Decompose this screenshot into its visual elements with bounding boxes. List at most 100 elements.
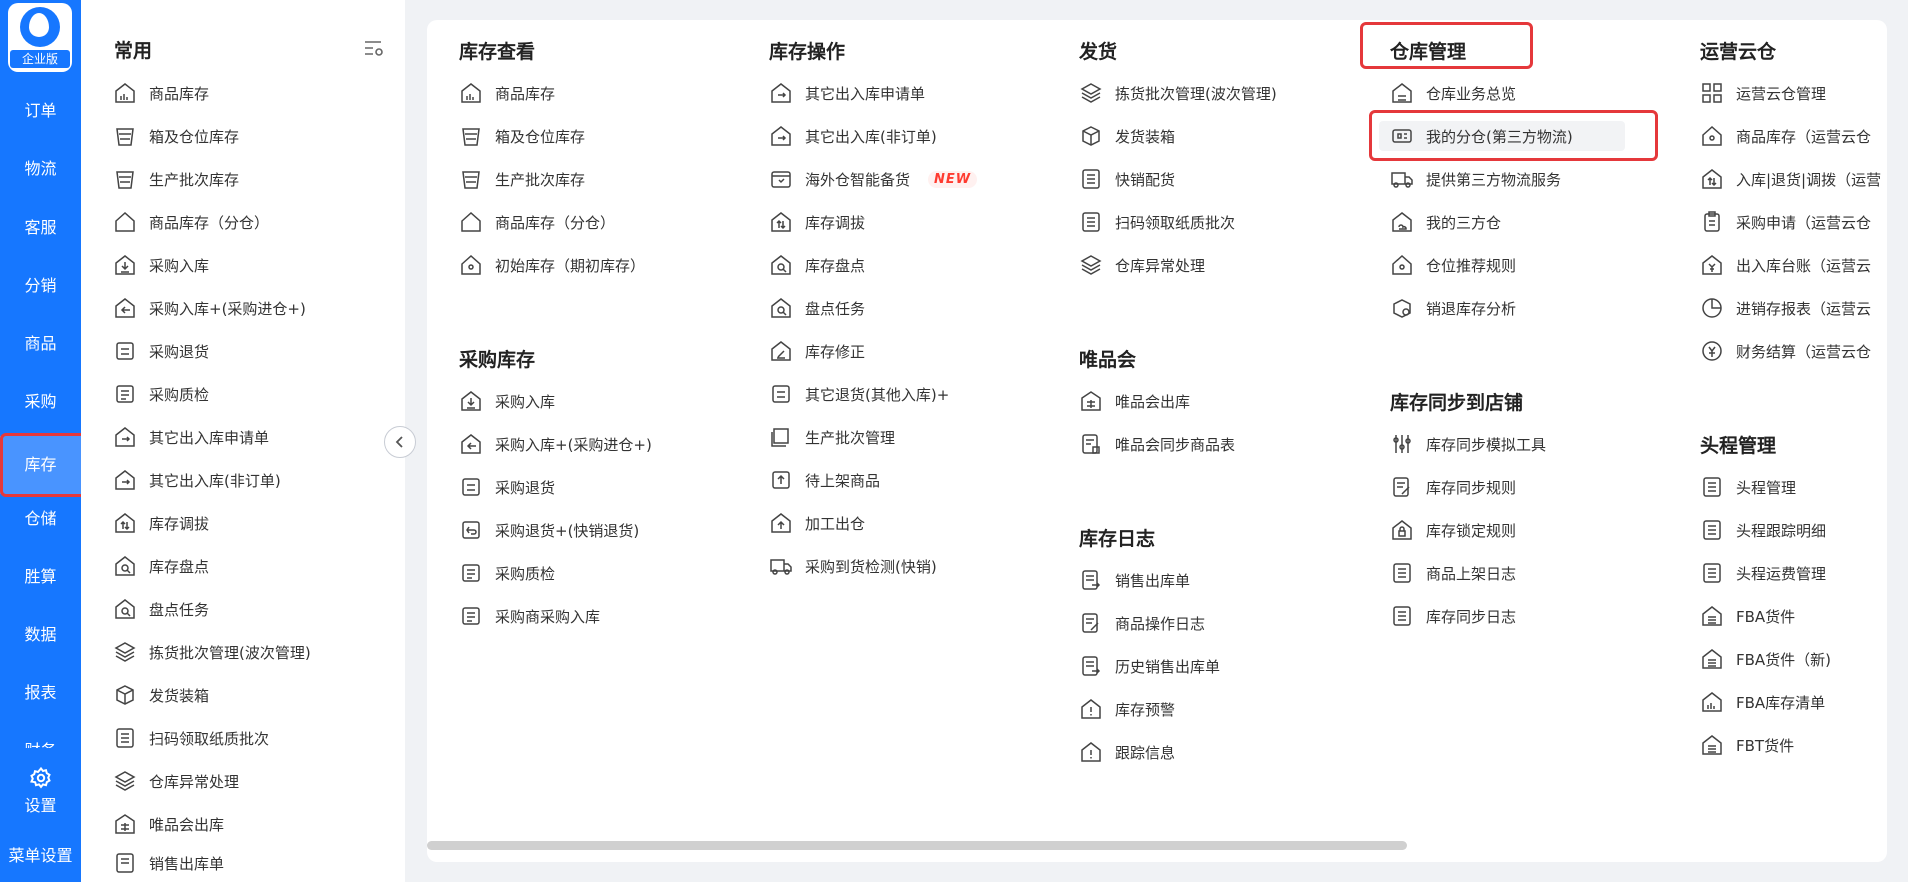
menu-item-sales-outbound[interactable]: 销售出库单: [1079, 565, 1190, 595]
menu-item-warehouse-overview[interactable]: 仓库业务总览: [1390, 78, 1516, 108]
menu-item-purchase-in-plus[interactable]: 采购入库+(采购进仓+): [459, 429, 652, 459]
favorite-item-stocktake[interactable]: 库存盘点: [113, 551, 209, 581]
menu-item-stocktake-task[interactable]: 盘点任务: [769, 293, 865, 323]
menu-item-scan-batch[interactable]: 扫码领取纸质批次: [1079, 207, 1235, 237]
menu-item-label: 生产批次管理: [805, 428, 896, 447]
menu-item-branch-stock[interactable]: 商品库存（分仓）: [459, 207, 615, 237]
menu-item-sync-log[interactable]: 库存同步日志: [1390, 601, 1516, 631]
menu-item-bin-recommend-rule[interactable]: 仓位推荐规则: [1390, 250, 1516, 280]
nav-item-reports[interactable]: 报表: [0, 668, 81, 718]
list-settings-icon[interactable]: [363, 38, 385, 58]
menu-item-stock-correction[interactable]: 库存修正: [769, 336, 865, 366]
nav-item-shengsuan[interactable]: 胜算: [0, 552, 81, 602]
favorite-item-other-io-request[interactable]: 其它出入库申请单: [113, 422, 269, 452]
menu-item-cloud-ledger[interactable]: 出入库台账（运营云: [1700, 250, 1871, 280]
favorite-item-bin-stock[interactable]: 箱及仓位库存: [113, 121, 239, 151]
menu-item-other-return[interactable]: 其它退货(其他入库)+: [769, 379, 949, 409]
menu-item-other-io[interactable]: 其它出入库(非订单): [769, 121, 937, 151]
menu-item-my-branch-warehouse[interactable]: 我的分仓(第三方物流): [1379, 121, 1625, 151]
menu-item-vip-outbound[interactable]: 唯品会出库: [1079, 386, 1190, 416]
nav-item-distribution[interactable]: 分销: [0, 261, 81, 311]
nav-item-data[interactable]: 数据: [0, 610, 81, 660]
menu-item-history-sales-outbound[interactable]: 历史销售出库单: [1079, 651, 1220, 681]
menu-item-fast-allocation[interactable]: 快销配货: [1079, 164, 1175, 194]
nav-item-purchase[interactable]: 采购: [0, 377, 81, 427]
menu-item-stock-transfer[interactable]: 库存调拔: [769, 207, 865, 237]
favorite-item-stocktake-task[interactable]: 盘点任务: [113, 594, 209, 624]
menu-item-cloud-psi-report[interactable]: 进销存报表（运营云: [1700, 293, 1871, 323]
menu-item-vip-sync-table[interactable]: 唯品会同步商品表: [1079, 429, 1235, 459]
favorite-item-packing[interactable]: 发货装箱: [113, 680, 209, 710]
favorite-item-sales-outbound[interactable]: 销售出库单: [113, 852, 224, 874]
nav-item-finance[interactable]: 财务: [0, 726, 81, 748]
horizontal-scrollbar[interactable]: [427, 841, 1407, 850]
menu-item-purchase-in[interactable]: 采购入库: [459, 386, 555, 416]
menu-item-stocktake[interactable]: 库存盘点: [769, 250, 865, 280]
menu-item-my-3pl[interactable]: 我的三方仓: [1390, 207, 1501, 237]
menu-item-fbt-shipment[interactable]: FBT货件: [1700, 730, 1794, 760]
favorite-item-other-io[interactable]: 其它出入库(非订单): [113, 465, 281, 495]
truck-icon: [1391, 172, 1413, 188]
menu-item-batch-stock[interactable]: 生产批次库存: [459, 164, 585, 194]
menu-item-product-op-log[interactable]: 商品操作日志: [1079, 608, 1205, 638]
settings-button[interactable]: 设置: [0, 752, 81, 822]
favorite-item-branch-stock[interactable]: 商品库存（分仓）: [113, 207, 269, 237]
menu-item-warehouse-exception[interactable]: 仓库异常处理: [1079, 250, 1205, 280]
menu-item-listing-log[interactable]: 商品上架日志: [1390, 558, 1516, 588]
menu-item-purchase-qc[interactable]: 采购质检: [459, 558, 555, 588]
favorite-item-purchase-qc[interactable]: 采购质检: [113, 379, 209, 409]
menu-item-provide-3pl[interactable]: 提供第三方物流服务: [1390, 164, 1561, 194]
menu-item-sync-rule[interactable]: 库存同步规则: [1390, 472, 1516, 502]
menu-item-fba-shipment[interactable]: FBA货件: [1700, 601, 1795, 631]
menu-item-picking-batch[interactable]: 拣货批次管理(波次管理): [1079, 78, 1277, 108]
section-title-first-leg: 头程管理: [1700, 435, 1777, 457]
menu-item-stock-alert[interactable]: 库存预警: [1079, 694, 1175, 724]
menu-item-fba-inventory[interactable]: FBA库存清单: [1700, 687, 1825, 717]
menu-item-cloud-manage[interactable]: 运营云仓管理: [1700, 78, 1826, 108]
menu-item-processing-out[interactable]: 加工出仓: [769, 508, 865, 538]
nav-item-service[interactable]: 客服: [0, 203, 81, 253]
menu-item-fba-shipment-new[interactable]: FBA货件（新): [1700, 644, 1831, 674]
menu-item-pending-shelving[interactable]: 待上架商品: [769, 465, 880, 495]
favorite-item-batch-stock[interactable]: 生产批次库存: [113, 164, 239, 194]
menu-item-purchase-return[interactable]: 采购退货: [459, 472, 555, 502]
collapse-panel-button[interactable]: [384, 426, 416, 458]
menu-item-bin-stock[interactable]: 箱及仓位库存: [459, 121, 585, 151]
nav-item-products[interactable]: 商品: [0, 319, 81, 369]
nav-item-logistics[interactable]: 物流: [0, 144, 81, 194]
menu-item-product-stock[interactable]: 商品库存: [459, 78, 555, 108]
nav-item-warehouse[interactable]: 仓储: [0, 494, 81, 544]
menu-item-cloud-settlement[interactable]: 财务结算（运营云仓: [1700, 336, 1871, 366]
menu-item-cloud-product-stock[interactable]: 商品库存（运营云仓: [1700, 121, 1871, 151]
menu-item-cloud-inbound[interactable]: 入库|退货|调拨（运营: [1700, 164, 1881, 194]
menu-item-lock-rule[interactable]: 库存锁定规则: [1390, 515, 1516, 545]
menu-item-sync-sim-tool[interactable]: 库存同步模拟工具: [1390, 429, 1546, 459]
favorite-item-product-stock[interactable]: 商品库存: [113, 78, 209, 108]
nav-item-orders[interactable]: 订单: [0, 86, 81, 136]
menu-item-first-leg-manage[interactable]: 头程管理: [1700, 472, 1796, 502]
favorite-item-warehouse-exception[interactable]: 仓库异常处理: [113, 766, 239, 796]
favorite-item-purchase-return[interactable]: 采购退货: [113, 336, 209, 366]
menu-item-supplier-purchase-in[interactable]: 采购商采购入库: [459, 601, 600, 631]
favorite-item-scan-batch[interactable]: 扫码领取纸质批次: [113, 723, 269, 753]
menu-item-cloud-purchase-request[interactable]: 采购申请（运营云仓: [1700, 207, 1871, 237]
favorite-item-picking-batch[interactable]: 拣货批次管理(波次管理): [113, 637, 311, 667]
menu-item-overseas-replenish[interactable]: 海外仓智能备货 NEW: [769, 164, 978, 194]
menu-item-batch-manage[interactable]: 生产批次管理: [769, 422, 895, 452]
favorite-item-vip-outbound[interactable]: 唯品会出库: [113, 809, 224, 839]
favorite-item-purchase-in[interactable]: 采购入库: [113, 250, 209, 280]
app-logo[interactable]: 企业版: [8, 3, 72, 72]
menu-item-first-leg-tracking[interactable]: 头程跟踪明细: [1700, 515, 1826, 545]
menu-item-packing[interactable]: 发货装箱: [1079, 121, 1175, 151]
menu-item-return-stock-analysis[interactable]: 销退库存分析: [1390, 293, 1516, 323]
favorite-item-label: 盘点任务: [149, 600, 210, 619]
menu-item-initial-stock[interactable]: 初始库存（期初库存）: [459, 250, 645, 280]
menu-item-purchase-return-plus[interactable]: 采购退货+(快销退货): [459, 515, 639, 545]
menu-item-arrival-inspection[interactable]: 采购到货检测(快销): [769, 551, 937, 581]
menu-item-other-io-request[interactable]: 其它出入库申请单: [769, 78, 925, 108]
menu-item-tracking-info[interactable]: 跟踪信息: [1079, 737, 1175, 767]
menu-settings-button[interactable]: 菜单设置: [0, 838, 81, 882]
favorite-item-purchase-in-plus[interactable]: 采购入库+(采购进仓+): [113, 293, 306, 323]
favorite-item-stock-transfer[interactable]: 库存调拔: [113, 508, 209, 538]
menu-item-first-leg-freight[interactable]: 头程运费管理: [1700, 558, 1826, 588]
